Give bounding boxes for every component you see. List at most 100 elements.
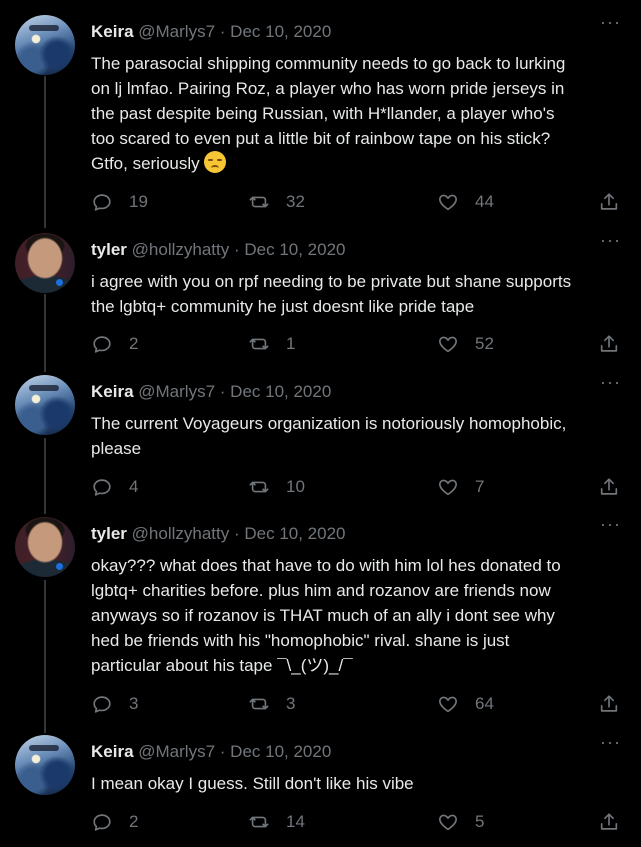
text-line: i agree with you on rpf needing to be pr…	[91, 272, 572, 291]
retweet-count: 14	[286, 812, 305, 831]
reply-button[interactable]: 3	[91, 692, 138, 716]
text-line: The current Voyageurs organization is no…	[91, 414, 567, 433]
share-button[interactable]	[598, 475, 620, 499]
share-icon	[600, 478, 618, 495]
tweet-date[interactable]: Dec 10, 2020	[230, 22, 331, 41]
text-line: Gtfo, seriously	[91, 154, 200, 173]
avatar[interactable]	[15, 233, 75, 293]
tweet-text: I mean okay I guess. Still don't like hi…	[91, 771, 631, 796]
reply-count: 2	[129, 334, 139, 353]
text-line: lgbtq+ charities before. plus him and ro…	[91, 581, 551, 600]
like-button[interactable]: 5	[437, 810, 484, 834]
reply-button[interactable]: 4	[91, 475, 138, 499]
more-icon[interactable]: ···	[600, 13, 621, 31]
text-line: the lgbtq+ community he just doesnt like…	[91, 297, 475, 316]
retweet-count: 32	[286, 192, 305, 211]
reply-button[interactable]: 19	[91, 190, 148, 214]
user-handle[interactable]: @hollzyhatty	[132, 524, 230, 543]
heart-icon	[439, 194, 457, 211]
more-icon[interactable]: ···	[600, 231, 621, 249]
like-count: 7	[475, 477, 485, 496]
retweet-count: 10	[286, 477, 305, 496]
user-handle[interactable]: @Marlys7	[138, 742, 215, 761]
avatar[interactable]	[15, 517, 75, 577]
share-button[interactable]	[598, 190, 620, 214]
reply-button[interactable]: 2	[91, 810, 138, 834]
text-line: okay??? what does that have to do with h…	[91, 556, 561, 575]
separator: ·	[219, 742, 226, 761]
heart-icon	[439, 814, 457, 831]
like-count: 44	[475, 192, 494, 211]
text-line: Gtfo, seriously	[91, 151, 631, 176]
more-icon[interactable]: ···	[600, 373, 621, 391]
retweet-button[interactable]: 32	[248, 190, 305, 214]
retweet-icon	[249, 816, 269, 828]
avatar[interactable]	[15, 15, 75, 75]
text-line: the past despite being Russian, with H*l…	[91, 104, 555, 123]
more-icon[interactable]: ···	[600, 733, 621, 751]
text-line: The parasocial shipping community needs …	[91, 54, 566, 73]
separator: ·	[233, 524, 240, 543]
like-count: 64	[475, 694, 494, 713]
share-button[interactable]	[598, 332, 620, 356]
tweet-header: tyler @hollzyhatty · Dec 10, 2020	[91, 240, 346, 260]
retweet-icon	[249, 338, 269, 350]
text-line: too scared to even put a little bit of r…	[91, 129, 551, 148]
more-icon[interactable]: ···	[600, 515, 621, 533]
user-handle[interactable]: @Marlys7	[138, 22, 215, 41]
text-line: I mean okay I guess. Still don't like hi…	[91, 774, 414, 793]
tweet-actions: 19 32 44	[0, 190, 641, 214]
like-count: 5	[475, 812, 485, 831]
separator: ·	[219, 22, 226, 41]
display-name[interactable]: tyler	[91, 524, 127, 543]
reply-icon	[93, 814, 111, 831]
retweet-button[interactable]: 3	[248, 692, 295, 716]
display-name[interactable]: Keira	[91, 742, 134, 761]
tweet-actions: 4 10 7	[0, 475, 641, 499]
separator: ·	[233, 240, 240, 259]
share-icon	[600, 813, 618, 830]
tweet-date[interactable]: Dec 10, 2020	[230, 742, 331, 761]
retweet-button[interactable]: 10	[248, 475, 305, 499]
like-button[interactable]: 52	[437, 332, 494, 356]
tweet-header: Keira @Marlys7 · Dec 10, 2020	[91, 382, 331, 402]
tweet-date[interactable]: Dec 10, 2020	[244, 240, 345, 259]
tweet-date[interactable]: Dec 10, 2020	[230, 382, 331, 401]
reply-button[interactable]: 2	[91, 332, 138, 356]
avatar[interactable]	[15, 735, 75, 795]
unamused-face-icon	[204, 151, 227, 173]
share-button[interactable]	[598, 810, 620, 834]
tweet-date[interactable]: Dec 10, 2020	[244, 524, 345, 543]
share-icon	[600, 695, 618, 712]
heart-icon	[439, 336, 457, 353]
avatar[interactable]	[15, 375, 75, 435]
reply-count: 2	[129, 812, 139, 831]
tweet-text: The parasocial shipping community needs …	[91, 51, 631, 176]
display-name[interactable]: Keira	[91, 382, 134, 401]
reply-count: 3	[129, 694, 139, 713]
tweet-actions: 2 14 5	[0, 810, 641, 834]
user-handle[interactable]: @hollzyhatty	[132, 240, 230, 259]
retweet-icon	[249, 196, 269, 208]
tweet-text: okay??? what does that have to do with h…	[91, 553, 631, 678]
like-button[interactable]: 64	[437, 692, 494, 716]
heart-icon	[439, 479, 457, 496]
text-line: anyways so if rozanov is THAT much of an…	[91, 606, 555, 625]
retweet-button[interactable]: 14	[248, 810, 305, 834]
tweet-header: Keira @Marlys7 · Dec 10, 2020	[91, 742, 331, 762]
tweet-header: tyler @hollzyhatty · Dec 10, 2020	[91, 524, 346, 544]
reply-icon	[93, 194, 111, 211]
like-button[interactable]: 44	[437, 190, 494, 214]
retweet-button[interactable]: 1	[248, 332, 295, 356]
retweet-count: 3	[286, 694, 296, 713]
tweet-text: i agree with you on rpf needing to be pr…	[91, 269, 631, 319]
user-handle[interactable]: @Marlys7	[138, 382, 215, 401]
share-button[interactable]	[598, 692, 620, 716]
heart-icon	[439, 696, 457, 713]
tweet-actions: 3 3 64	[0, 692, 641, 716]
display-name[interactable]: tyler	[91, 240, 127, 259]
tweet-actions: 2 1 52	[0, 332, 641, 356]
display-name[interactable]: Keira	[91, 22, 134, 41]
like-button[interactable]: 7	[437, 475, 484, 499]
retweet-icon	[249, 698, 269, 710]
